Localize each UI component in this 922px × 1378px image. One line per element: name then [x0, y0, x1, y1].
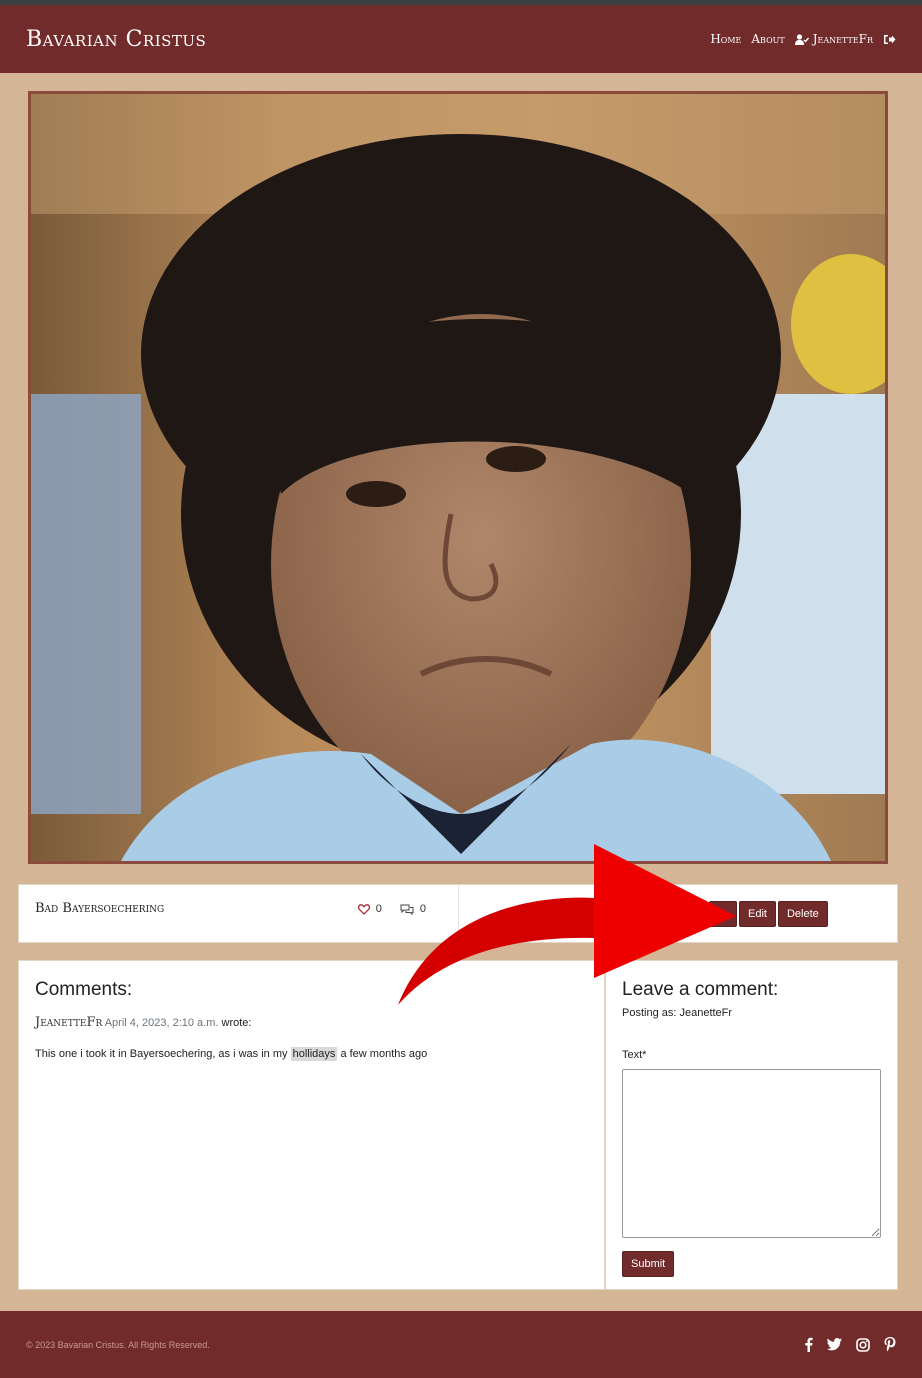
twitter-icon[interactable] [827, 1338, 842, 1351]
logout-link[interactable] [883, 34, 896, 45]
comment-body: This one i took it in Bayersoechering, a… [35, 1047, 588, 1061]
form-heading: Leave a comment: [622, 979, 779, 1000]
nav-user-label: JeanetteFr [812, 32, 873, 46]
pinterest-icon[interactable] [884, 1337, 896, 1352]
footer: © 2023 Bavarian Cristus. All Rights Rese… [0, 1311, 922, 1378]
nav-home-link[interactable]: Home [710, 32, 741, 46]
comment-highlight: hollidays [290, 1047, 338, 1061]
comment-meta: JeanetteFr April 4, 2023, 2:10 a.m. wrot… [35, 1015, 588, 1030]
comment-author: JeanetteFr [35, 1015, 103, 1030]
user-check-icon [794, 33, 809, 45]
brand-logo[interactable]: Bavarian Cristus [26, 27, 206, 52]
delete-button[interactable]: Delete [777, 901, 828, 927]
copyright: © 2023 Bavarian Cristus. All Rights Rese… [26, 1339, 210, 1350]
comment-count: 0 [419, 903, 426, 915]
comment-stat: 0 [400, 903, 426, 915]
comment-textarea[interactable] [622, 1069, 881, 1238]
post-stats: 0 0 [357, 903, 426, 915]
post-info-left: Bad Bayersoechering 0 0 [19, 885, 459, 942]
like-stat[interactable]: 0 [357, 903, 382, 915]
social-links [804, 1337, 896, 1352]
nav-links: Home About JeanetteFr [710, 32, 896, 46]
post-info-right: Edit Delete [459, 885, 897, 942]
sign-out-icon [884, 34, 896, 44]
navbar: Bavarian Cristus Home About JeanetteFr [0, 5, 922, 73]
comment-text-before: This one i took it in Bayersoechering, a… [35, 1048, 288, 1060]
post-title: Bad Bayersoechering [35, 901, 165, 916]
comments-icon [400, 904, 414, 915]
heart-icon[interactable] [357, 903, 370, 915]
comments-section: Comments: JeanetteFr April 4, 2023, 2:10… [18, 960, 605, 1290]
text-label: Text* [622, 1049, 647, 1061]
posting-as: Posting as: JeanetteFr [622, 1007, 733, 1019]
comment-item: JeanetteFr April 4, 2023, 2:10 a.m. wrot… [35, 1015, 588, 1061]
comments-heading: Comments: [35, 979, 133, 1000]
comment-text-after: a few months ago [340, 1048, 428, 1060]
instagram-icon[interactable] [856, 1337, 870, 1352]
nav-about-link[interactable]: About [751, 32, 784, 46]
hidden-action-button[interactable] [709, 901, 737, 927]
submit-button[interactable]: Submit [622, 1251, 675, 1277]
nav-user-link[interactable]: JeanetteFr [794, 32, 873, 46]
edit-button[interactable]: Edit [739, 901, 776, 927]
comment-form-section: Leave a comment: Posting as: JeanetteFr … [605, 960, 898, 1290]
facebook-icon[interactable] [804, 1337, 813, 1352]
like-count: 0 [375, 903, 382, 915]
post-image [28, 91, 888, 864]
post-actions: Edit Delete [709, 901, 828, 927]
comment-wrote: wrote: [221, 1017, 252, 1029]
post-info-card: Bad Bayersoechering 0 0 Edit Delete [18, 884, 898, 943]
post-photo [31, 94, 885, 861]
comment-date: April 4, 2023, 2:10 a.m. [104, 1017, 219, 1029]
